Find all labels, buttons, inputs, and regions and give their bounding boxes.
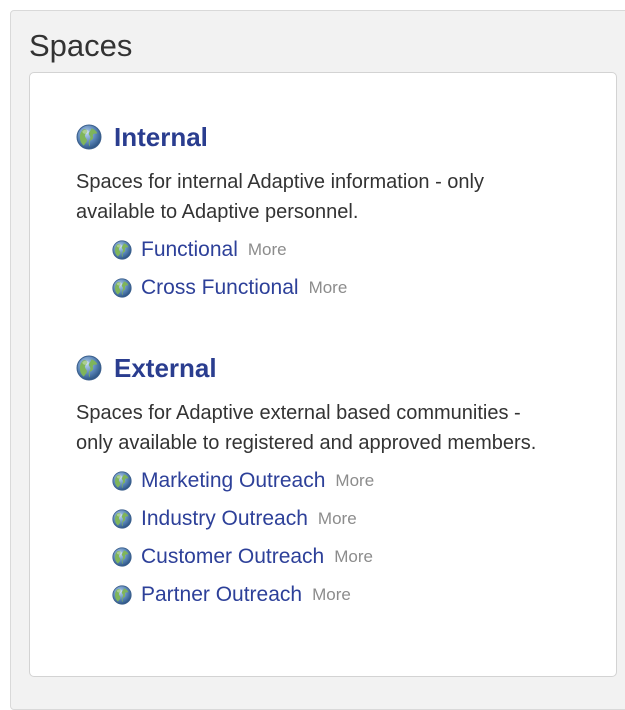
spaces-widget: Spaces Internal Spaces for internal Adap… xyxy=(10,10,625,710)
globe-icon xyxy=(76,124,102,150)
space-link-cross-functional[interactable]: Cross Functional xyxy=(141,276,299,300)
globe-icon xyxy=(76,355,102,381)
more-link[interactable]: More xyxy=(312,585,351,605)
space-group-title-internal[interactable]: Internal xyxy=(114,122,208,153)
space-link-partner-outreach[interactable]: Partner Outreach xyxy=(141,583,302,607)
globe-icon xyxy=(112,278,132,298)
space-link-customer-outreach[interactable]: Customer Outreach xyxy=(141,545,324,569)
widget-title: Spaces xyxy=(29,28,133,63)
group-description: Spaces for internal Adaptive information… xyxy=(76,171,484,223)
list-item: Cross Functional More xyxy=(112,269,556,307)
list-item: Industry Outreach More xyxy=(112,500,556,538)
more-link[interactable]: More xyxy=(309,278,348,298)
group-header: External xyxy=(76,350,556,386)
space-group-title-external[interactable]: External xyxy=(114,353,217,384)
globe-icon xyxy=(112,471,132,491)
group-description: Spaces for Adaptive external based commu… xyxy=(76,402,537,454)
list-item: Customer Outreach More xyxy=(112,538,556,576)
space-list: Marketing Outreach More Industry Outreac… xyxy=(112,462,556,614)
list-item: Partner Outreach More xyxy=(112,576,556,614)
list-item: Functional More xyxy=(112,231,556,269)
space-link-industry-outreach[interactable]: Industry Outreach xyxy=(141,507,308,531)
globe-icon xyxy=(112,547,132,567)
list-item: Marketing Outreach More xyxy=(112,462,556,500)
globe-icon xyxy=(112,240,132,260)
space-link-marketing-outreach[interactable]: Marketing Outreach xyxy=(141,469,325,493)
globe-icon xyxy=(112,585,132,605)
space-link-functional[interactable]: Functional xyxy=(141,238,238,262)
more-link[interactable]: More xyxy=(335,471,374,491)
more-link[interactable]: More xyxy=(248,240,287,260)
space-group-internal: Internal Spaces for internal Adaptive in… xyxy=(76,119,556,307)
more-link[interactable]: More xyxy=(334,547,373,567)
globe-icon xyxy=(112,509,132,529)
group-header: Internal xyxy=(76,119,556,155)
more-link[interactable]: More xyxy=(318,509,357,529)
spaces-panel: Internal Spaces for internal Adaptive in… xyxy=(29,72,617,677)
space-group-external: External Spaces for Adaptive external ba… xyxy=(76,350,556,614)
space-list: Functional More Cross Functional More xyxy=(112,231,556,307)
